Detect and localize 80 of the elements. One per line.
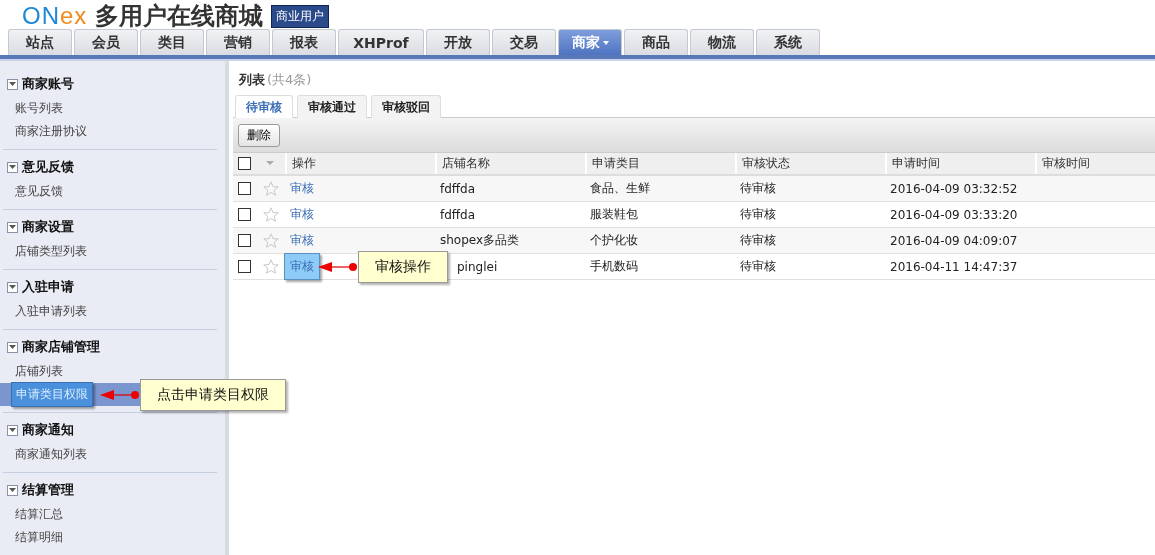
nav-tab[interactable]: 报表 [272, 29, 336, 55]
row-checkbox[interactable] [238, 234, 251, 247]
sidebar-section-header[interactable]: 商家设置 [3, 214, 217, 240]
callout-note: 审核操作 [358, 250, 448, 283]
shop-name: fdffda [440, 207, 476, 222]
sidebar-section-header[interactable]: 商家账号 [3, 71, 217, 97]
nav-tab[interactable]: 类目 [140, 29, 204, 55]
column-header[interactable]: 申请时间 [885, 153, 1035, 174]
shop-name: fdffda [440, 181, 476, 196]
sidebar-item[interactable]: 商家通知列表 [11, 443, 91, 466]
apply-time: 2016-04-09 03:33:20 [890, 207, 1018, 222]
collapse-icon[interactable] [7, 484, 18, 496]
star-icon[interactable] [263, 233, 279, 248]
status-tab[interactable]: 审核驳回 [371, 95, 441, 118]
collapse-icon[interactable] [7, 281, 18, 293]
sidebar-section-header[interactable]: 意见反馈 [3, 154, 217, 180]
star-icon[interactable] [263, 181, 279, 196]
column-header[interactable]: 审核时间 [1035, 153, 1155, 174]
site-title: 多用户在线商城 [95, 1, 264, 32]
review-link[interactable]: 审核 [290, 180, 314, 197]
collapse-icon[interactable] [7, 424, 18, 436]
nav-tab[interactable]: XHProf [338, 29, 424, 55]
status-tab[interactable]: 审核通过 [297, 95, 367, 118]
nav-tab[interactable]: 交易 [492, 29, 556, 55]
status-text: 待审核 [740, 232, 776, 249]
list-title: 列表(共4条) [238, 71, 313, 89]
shop-name: pinglei [457, 259, 498, 274]
nav-tab[interactable]: 站点 [8, 29, 72, 55]
sidebar-item[interactable]: 商家注册协议 [11, 120, 91, 143]
sidebar-section-header[interactable]: 结算管理 [3, 477, 217, 503]
row-checkbox[interactable] [238, 182, 251, 195]
column-header[interactable]: 操作 [285, 153, 435, 174]
status-text: 待审核 [740, 206, 776, 223]
sidebar-item[interactable]: 结算明细 [11, 526, 67, 549]
category-text: 手机数码 [590, 258, 638, 275]
star-icon[interactable] [263, 259, 279, 274]
review-link[interactable]: 审核 [290, 206, 314, 223]
status-text: 待审核 [740, 258, 776, 275]
callout-arrow [100, 388, 140, 401]
callout-note: 点击申请类目权限 [140, 378, 286, 411]
review-link[interactable]: 审核 [290, 232, 314, 249]
collapse-icon[interactable] [7, 78, 18, 90]
sidebar-item[interactable]: 结算汇总 [11, 503, 67, 526]
category-text: 服装鞋包 [590, 206, 638, 223]
star-icon[interactable] [263, 207, 279, 222]
callout-arrow [318, 260, 358, 273]
nav-tab[interactable]: 系统 [756, 29, 820, 55]
sidebar-section-header[interactable]: 入驻申请 [3, 274, 217, 300]
collapse-icon[interactable] [7, 221, 18, 233]
nav-tab[interactable]: 营销 [206, 29, 270, 55]
sidebar-item[interactable]: 意见反馈 [11, 180, 67, 203]
sidebar-item[interactable]: 账号列表 [11, 97, 67, 120]
sidebar-item[interactable]: 店铺类型列表 [11, 240, 91, 263]
logo: ONex [22, 2, 88, 30]
row-checkbox[interactable] [238, 208, 251, 221]
collapse-icon[interactable] [7, 161, 18, 173]
sidebar-item[interactable]: 店铺列表 [11, 360, 67, 383]
apply-time: 2016-04-09 04:09:07 [890, 233, 1018, 248]
nav-tab[interactable]: 会员 [74, 29, 138, 55]
column-header[interactable]: 店铺名称 [435, 153, 585, 174]
apply-time: 2016-04-09 03:32:52 [890, 181, 1018, 196]
delete-button[interactable]: 删除 [238, 123, 280, 147]
category-text: 食品、生鲜 [590, 180, 650, 197]
collapse-icon[interactable] [7, 341, 18, 353]
sidebar-item[interactable]: 入驻申请列表 [11, 300, 91, 323]
status-text: 待审核 [740, 180, 776, 197]
category-text: 个护化妆 [590, 232, 638, 249]
apply-time: 2016-04-11 14:47:37 [890, 259, 1018, 274]
status-tab[interactable]: 待审核 [235, 95, 293, 118]
nav-tab[interactable]: 开放 [426, 29, 490, 55]
select-all-checkbox[interactable] [238, 157, 251, 170]
nav-tab[interactable]: 物流 [690, 29, 754, 55]
column-header[interactable]: 审核状态 [735, 153, 885, 174]
user-type-badge: 商业用户 [271, 4, 330, 28]
column-header[interactable]: 申请类目 [585, 153, 735, 174]
sidebar-section-header[interactable]: 商家通知 [3, 417, 217, 443]
row-checkbox[interactable] [238, 260, 251, 273]
shop-name: shopex多品类 [440, 232, 520, 249]
nav-tab[interactable]: 商品 [624, 29, 688, 55]
sidebar-section-header[interactable]: 商家店铺管理 [3, 334, 217, 360]
